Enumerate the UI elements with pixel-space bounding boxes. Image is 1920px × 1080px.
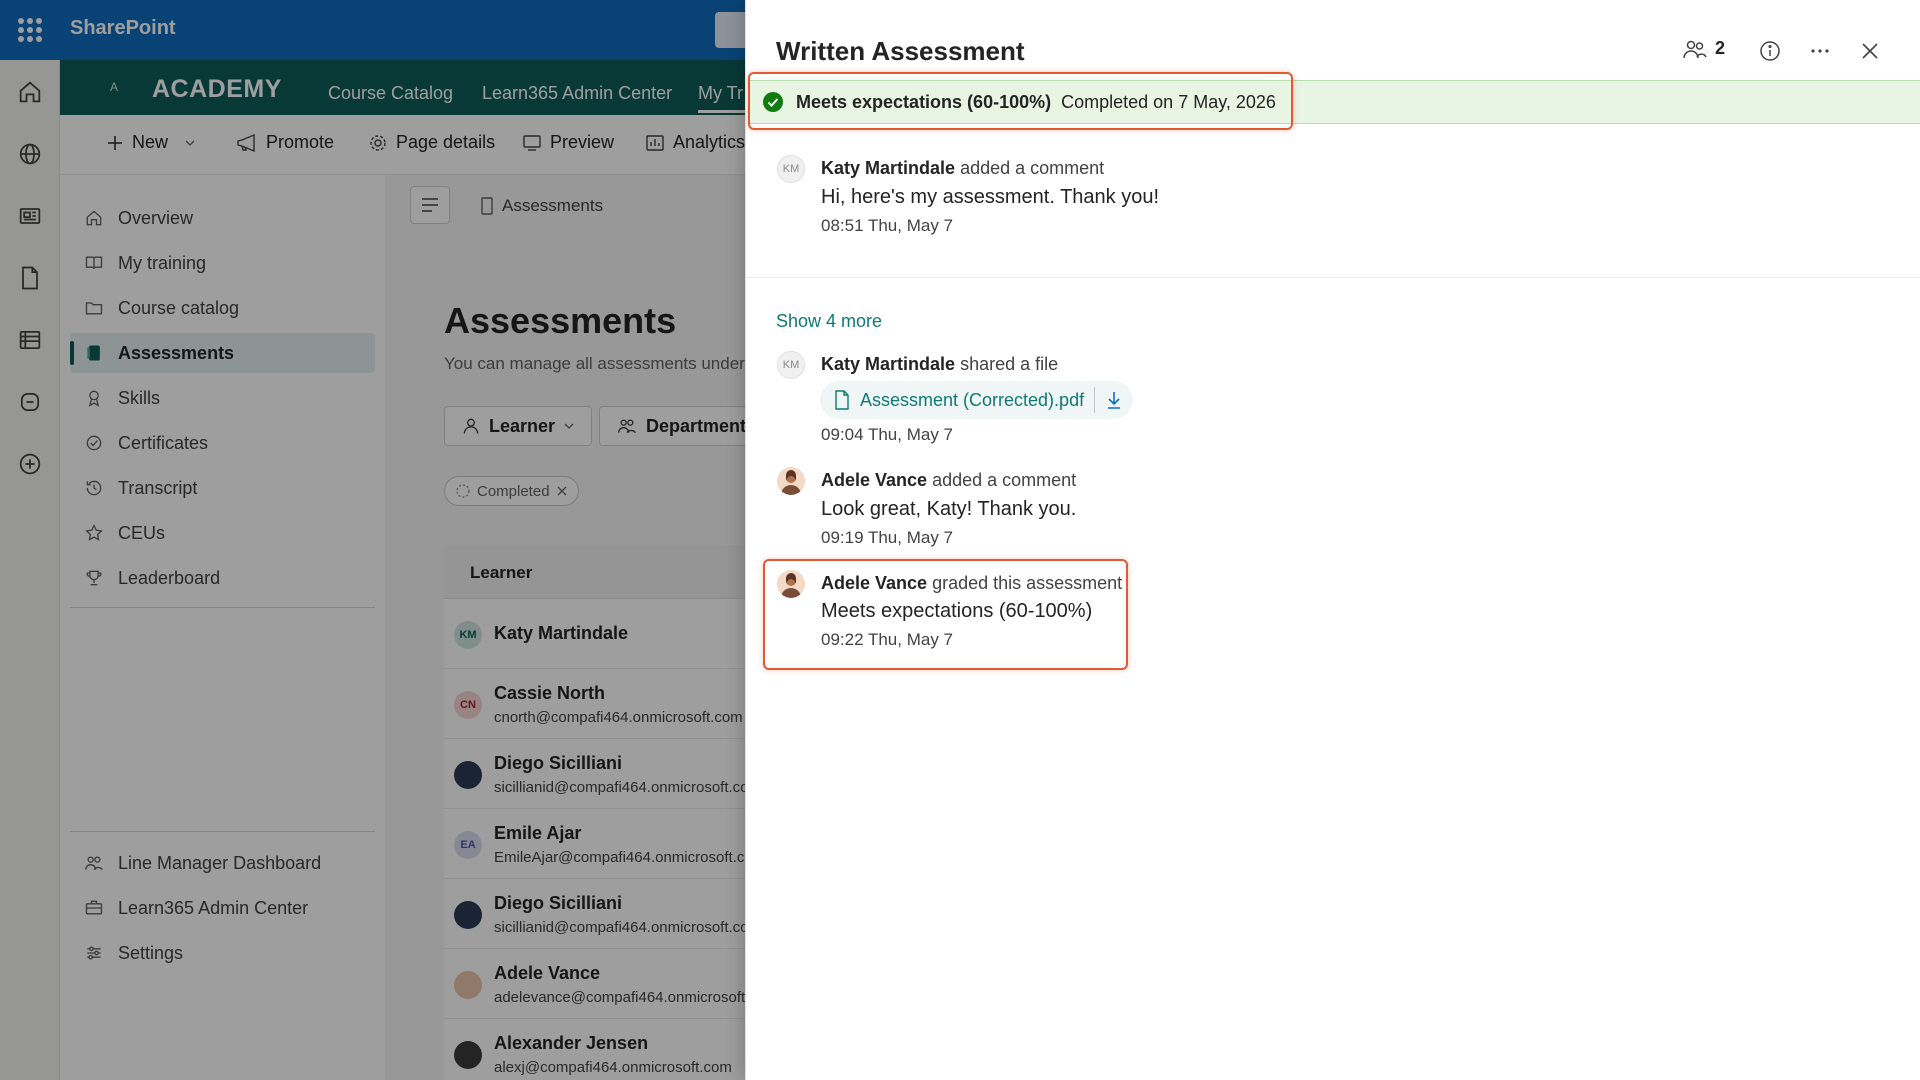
timestamp: 09:19 Thu, May 7 xyxy=(821,528,953,547)
separator xyxy=(1094,387,1096,413)
comment-text: Hi, here's my assessment. Thank you! xyxy=(821,186,1160,208)
timestamp: 09:04 Thu, May 7 xyxy=(821,425,953,444)
highlight-box xyxy=(763,559,1128,670)
author-name[interactable]: Katy Martindale xyxy=(821,158,955,178)
avatar: KM xyxy=(777,351,805,379)
feed-item-header: Katy Martindale added a comment xyxy=(821,158,1104,179)
panel-title: Written Assessment xyxy=(776,36,1025,66)
participants-button[interactable]: 2 xyxy=(1683,38,1725,59)
author-name[interactable]: Katy Martindale xyxy=(821,354,955,374)
feed-divider xyxy=(746,277,1920,278)
avatar: KM xyxy=(777,155,805,183)
author-name[interactable]: Adele Vance xyxy=(821,470,927,490)
info-icon[interactable] xyxy=(1755,36,1785,66)
more-options-icon[interactable] xyxy=(1805,36,1835,66)
comment-text: Look great, Katy! Thank you. xyxy=(821,498,1077,520)
document-icon xyxy=(834,390,850,410)
avatar xyxy=(777,467,805,495)
feed-action: shared a file xyxy=(960,354,1059,374)
file-attachment[interactable]: Assessment (Corrected).pdf xyxy=(820,381,1134,419)
show-more-link[interactable]: Show 4 more xyxy=(776,311,882,332)
timestamp: 08:51 Thu, May 7 xyxy=(821,216,953,235)
people-icon xyxy=(1683,39,1707,59)
participants-count: 2 xyxy=(1715,38,1726,58)
feed-action: added a comment xyxy=(932,470,1077,490)
modal-backdrop[interactable] xyxy=(0,0,760,1080)
feed-item-header: Katy Martindale shared a file xyxy=(821,354,1058,375)
download-icon[interactable] xyxy=(1105,390,1123,410)
highlight-box xyxy=(748,72,1293,130)
file-name[interactable]: Assessment (Corrected).pdf xyxy=(860,390,1084,411)
feed-item-header: Adele Vance added a comment xyxy=(821,470,1076,491)
close-icon[interactable] xyxy=(1855,36,1885,66)
feed-action: added a comment xyxy=(960,158,1105,178)
